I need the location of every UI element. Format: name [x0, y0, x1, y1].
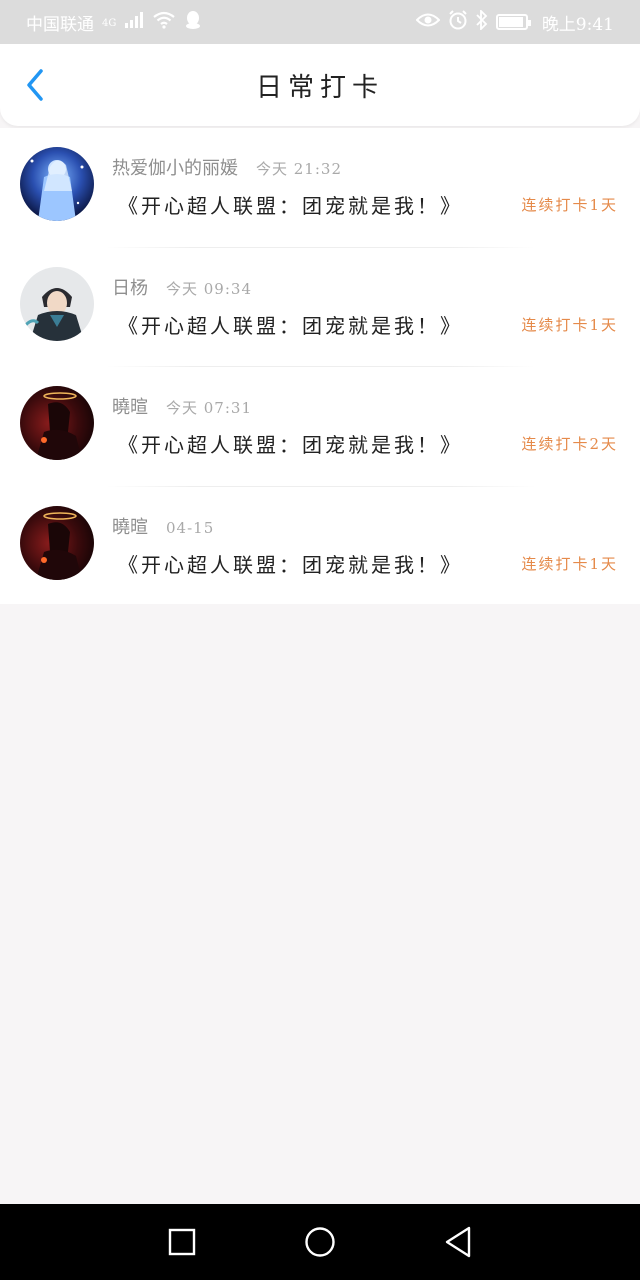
streak-badge: 连续打卡1天: [521, 554, 618, 573]
checkin-message: 《开心超人联盟：团宠就是我！》: [118, 313, 463, 338]
signal-icon: [124, 12, 144, 32]
status-left: 中国联通 4G: [26, 10, 202, 35]
name-line: 热爱伽小的丽媛 今天 21:32: [112, 154, 342, 180]
name-line: 日杨 今天 09:34: [112, 274, 252, 300]
back-icon: [445, 1226, 471, 1258]
checkin-time: 今天 09:34: [166, 279, 252, 298]
recent-apps-button[interactable]: [162, 1222, 202, 1262]
network-label: 4G: [102, 17, 117, 29]
back-nav-button[interactable]: [438, 1222, 478, 1262]
name-line: 曉暄 04-15: [112, 513, 214, 539]
user-name[interactable]: 曉暄: [112, 393, 148, 419]
page-title: 日常打卡: [255, 72, 384, 103]
qq-icon: [184, 10, 202, 34]
streak-badge: 连续打卡1天: [521, 315, 618, 334]
user-name[interactable]: 曉暄: [112, 513, 148, 539]
user-name[interactable]: 日杨: [112, 274, 148, 300]
checkin-message: 《开心超人联盟：团宠就是我！》: [118, 552, 463, 577]
status-right: 晚上9:41: [415, 8, 614, 35]
back-button[interactable]: [18, 68, 52, 102]
avatar[interactable]: [20, 266, 94, 341]
alarm-icon: [448, 10, 468, 34]
list-item[interactable]: 曉暄 今天 07:31 《开心超人联盟：团宠就是我！》 连续打卡2天: [0, 367, 640, 487]
list-item[interactable]: 曉暄 04-15 《开心超人联盟：团宠就是我！》 连续打卡1天: [0, 487, 640, 607]
bluetooth-icon: [476, 8, 488, 34]
checkin-time: 今天 07:31: [166, 399, 252, 417]
navigation-bar: [0, 1204, 640, 1280]
avatar[interactable]: [20, 386, 94, 460]
list-item[interactable]: 日杨 今天 09:34 《开心超人联盟：团宠就是我！》 连续打卡1天: [0, 248, 640, 367]
home-icon: [305, 1227, 335, 1257]
battery-icon: [495, 14, 531, 30]
header: 日常打卡: [0, 44, 640, 126]
avatar[interactable]: [20, 147, 94, 221]
list-item[interactable]: 热爱伽小的丽媛 今天 21:32 《开心超人联盟：团宠就是我！》 连续打卡1天: [0, 128, 640, 248]
avatar[interactable]: [20, 505, 94, 580]
streak-badge: 连续打卡2天: [521, 435, 618, 453]
name-line: 曉暄 今天 07:31: [112, 393, 252, 419]
carrier-label: 中国联通: [26, 14, 94, 35]
user-name[interactable]: 热爱伽小的丽媛: [112, 154, 238, 180]
checkin-message: 《开心超人联盟：团宠就是我！》: [118, 194, 463, 218]
checkin-time: 04-15: [166, 518, 215, 537]
streak-badge: 连续打卡1天: [521, 196, 618, 214]
home-button[interactable]: [300, 1222, 340, 1262]
clock-label: 晚上9:41: [541, 14, 614, 35]
wifi-icon: [152, 11, 176, 33]
checkin-list: 热爱伽小的丽媛 今天 21:32 《开心超人联盟：团宠就是我！》 连续打卡1天 …: [0, 128, 640, 604]
chevron-left-icon: [27, 69, 43, 101]
recent-apps-icon: [168, 1228, 196, 1256]
eye-icon: [415, 12, 441, 32]
status-bar: 中国联通 4G 晚上9:41: [0, 0, 640, 44]
checkin-message: 《开心超人联盟：团宠就是我！》: [118, 433, 463, 457]
checkin-time: 今天 21:32: [256, 160, 342, 178]
